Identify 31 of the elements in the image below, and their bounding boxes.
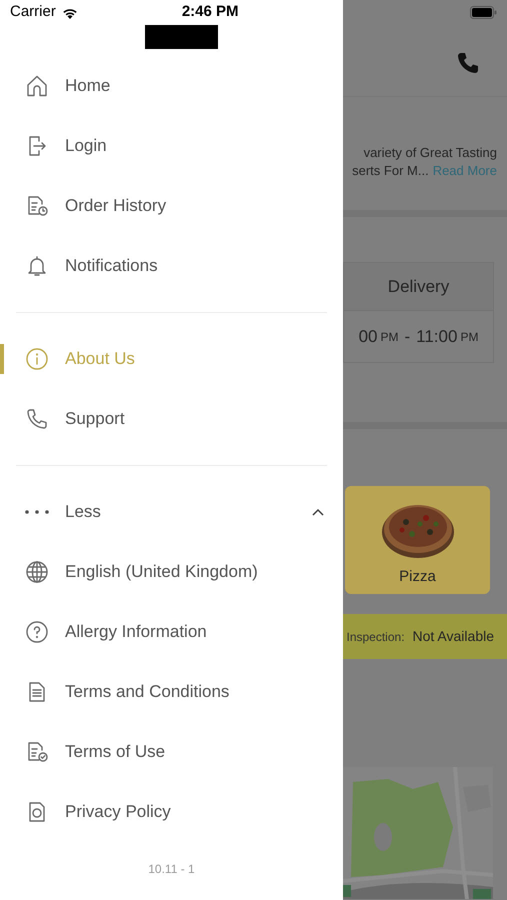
version-label: 10.11 - 1 [148, 861, 195, 877]
description-text: serts For M... [352, 162, 429, 180]
menu-item[interactable]: Login [0, 116, 343, 176]
menu-item[interactable]: Privacy Policy [0, 782, 343, 842]
menu-item[interactable]: Allergy Information [0, 602, 343, 662]
home-icon [25, 74, 49, 98]
menu-item[interactable]: Order History [0, 176, 343, 236]
inspection-value: Not Available [412, 627, 494, 646]
info-icon [25, 347, 49, 371]
menu-item[interactable]: Terms of Use [0, 722, 343, 782]
menu-item[interactable]: Terms and Conditions [0, 662, 343, 722]
selection-indicator [0, 344, 4, 374]
carrier-name: Carrier [10, 2, 56, 22]
status-time: 2:46 PM [182, 2, 239, 22]
menu-item[interactable]: English (United Kingdom) [0, 542, 343, 602]
chevron-up-icon [312, 508, 324, 516]
menu-item[interactable]: Support [0, 389, 343, 449]
menu-item[interactable]: Notifications [0, 236, 343, 296]
battery-icon [470, 6, 497, 19]
category-card[interactable]: Pizza [345, 486, 490, 594]
description-text: variety of Great Tasting [364, 144, 497, 162]
phone-icon[interactable] [457, 52, 479, 74]
globe-icon [25, 560, 49, 584]
help-icon [25, 620, 49, 644]
table-header: Delivery [388, 276, 450, 298]
more-toggle[interactable]: Less [0, 482, 343, 542]
phone-icon [25, 407, 49, 431]
table-cell-text: 00 PM - 11:00 PM [358, 326, 480, 348]
more-icon [25, 510, 49, 514]
menu-item[interactable]: Home [0, 56, 343, 116]
inspection-label: Inspection: [346, 628, 405, 646]
